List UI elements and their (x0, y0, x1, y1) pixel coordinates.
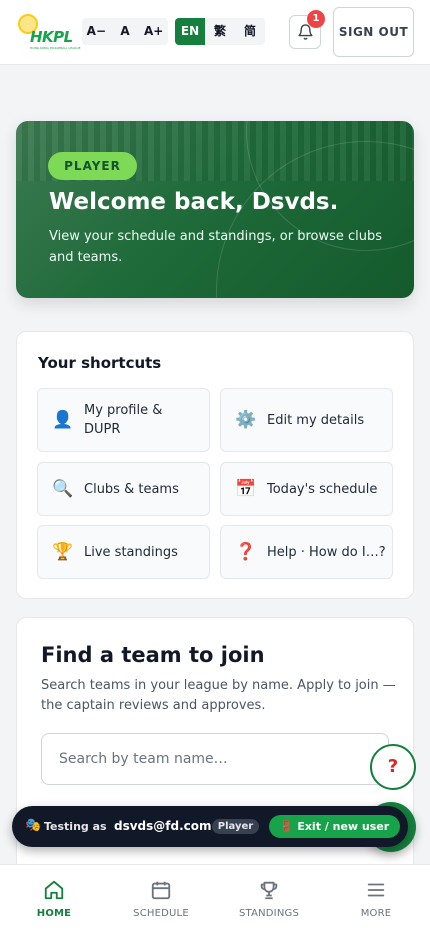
testing-user-email: dsvds@fd.com (114, 819, 212, 833)
nav-label: SCHEDULE (133, 908, 189, 919)
nav-home[interactable]: HOME (0, 865, 108, 932)
nav-more[interactable]: MORE (322, 865, 430, 932)
font-size-controls: A− A A+ (82, 18, 168, 45)
font-increase-button[interactable]: A+ (139, 18, 168, 45)
shortcut-todays-schedule[interactable]: 📅 Today's schedule (220, 462, 393, 516)
person-icon: 👤 (52, 410, 74, 430)
welcome-heading: Welcome back, Dsvds. (49, 189, 339, 215)
calendar-icon: 📅 (235, 479, 257, 499)
lang-traditional-button[interactable]: 繁 (205, 18, 235, 45)
find-team-title: Find a team to join (41, 643, 265, 667)
nav-schedule[interactable]: SCHEDULE (107, 865, 215, 932)
shortcut-edit-details[interactable]: ⚙️ Edit my details (220, 388, 393, 452)
shortcut-label: My profile & DUPR (84, 403, 163, 437)
hkpl-logo[interactable]: HKPL HONG KONG PICKLEBALL LEAGUE (16, 12, 81, 52)
testing-role-badge: Player (212, 819, 259, 834)
shortcut-label: Today's schedule (267, 481, 378, 497)
gear-icon: ⚙️ (235, 410, 257, 430)
top-header: HKPL HONG KONG PICKLEBALL LEAGUE A− A A+… (0, 0, 430, 65)
shortcut-label: Edit my details (267, 412, 365, 428)
shortcuts-title: Your shortcuts (38, 354, 162, 372)
bottom-navigation: HOME SCHEDULE STANDINGS MORE (0, 864, 430, 932)
logo-text: HKPL (30, 28, 73, 46)
shortcut-live-standings[interactable]: 🏆 Live standings (37, 525, 210, 579)
welcome-subtitle: View your schedule and standings, or bro… (49, 229, 383, 265)
notification-count-badge: 1 (307, 10, 325, 28)
font-reset-button[interactable]: A (111, 18, 140, 45)
trophy-icon: 🏆 (52, 542, 74, 562)
help-fab-button[interactable]: ? (370, 744, 416, 790)
role-badge: PLAYER (48, 152, 137, 180)
exit-new-user-button[interactable]: 🚪 Exit / new user (269, 815, 400, 838)
welcome-hero: PLAYER Welcome back, Dsvds. View your sc… (16, 121, 414, 298)
shortcut-label: Help · How do I…? (267, 544, 386, 560)
question-icon: ❓ (235, 542, 257, 562)
nav-label: MORE (360, 908, 392, 919)
home-icon (44, 880, 64, 900)
language-switcher: EN 繁 简 (175, 18, 265, 45)
testing-as-bar: 🎭 Testing as dsvds@fd.com Player 🚪 Exit … (12, 806, 408, 847)
lang-en-button[interactable]: EN (175, 18, 205, 45)
shortcut-label: Live standings (84, 544, 178, 560)
nav-label: HOME (36, 908, 72, 919)
nav-standings[interactable]: STANDINGS (215, 865, 323, 932)
calendar-icon (151, 881, 171, 900)
trophy-icon (260, 881, 278, 900)
menu-icon (367, 883, 385, 897)
shortcut-label: Clubs & teams (84, 481, 179, 497)
logo-subtitle: HONG KONG PICKLEBALL LEAGUE (30, 46, 81, 50)
shortcut-clubs-teams[interactable]: 🔍 Clubs & teams (37, 462, 210, 516)
nav-label: STANDINGS (238, 908, 300, 919)
testing-as-label: Testing as (44, 820, 107, 833)
mask-icon: 🎭 (25, 818, 42, 833)
shortcut-help[interactable]: ❓ Help · How do I…? (220, 525, 393, 579)
magnifier-icon: 🔍 (52, 479, 74, 499)
team-search-input[interactable] (41, 733, 389, 785)
font-decrease-button[interactable]: A− (82, 18, 111, 45)
sign-out-button[interactable]: SIGN OUT (333, 7, 414, 57)
find-team-subtitle: Search teams in your league by name. App… (41, 678, 396, 713)
shortcut-my-profile[interactable]: 👤 My profile & DUPR (37, 388, 210, 452)
lang-simplified-button[interactable]: 简 (235, 18, 265, 45)
shortcuts-card: Your shortcuts 👤 My profile & DUPR ⚙️ Ed… (16, 331, 414, 599)
